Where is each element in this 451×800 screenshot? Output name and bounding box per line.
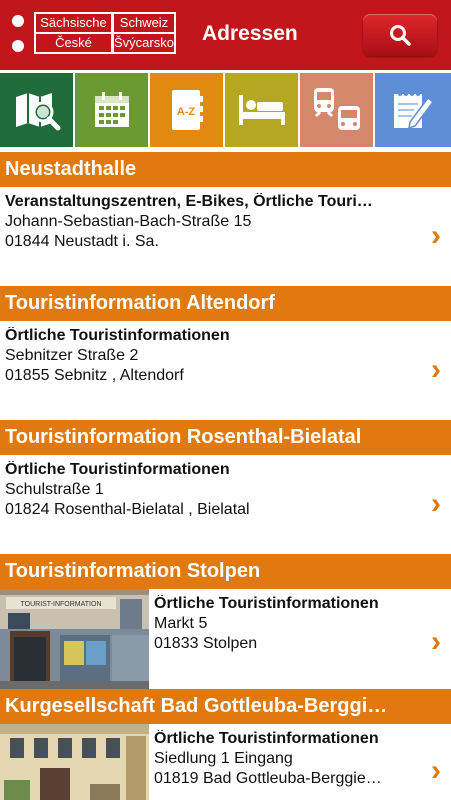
menu-dots-icon[interactable] — [12, 15, 24, 65]
entry-title: Touristinformation Stolpen — [0, 554, 451, 589]
entry-street: Markt 5 — [154, 615, 208, 632]
search-icon — [390, 25, 411, 46]
entry-title: Touristinformation Rosenthal-Bielatal — [0, 420, 451, 455]
svg-text:A-Z: A-Z — [176, 106, 195, 118]
entry-city: 01824 Rosenthal-Bielatal , Bielatal — [5, 501, 250, 518]
entry-category: Örtliche Touristinformationen — [154, 595, 379, 612]
entry-title: Kurgesellschaft Bad Gottleuba-Berggi… — [0, 689, 451, 724]
tab-calendar[interactable] — [75, 73, 148, 147]
list-item[interactable]: Touristinformation Rosenthal-Bielatal Ör… — [0, 420, 451, 539]
list-item[interactable]: Kurgesellschaft Bad Gottleuba-Berggi… Ör… — [0, 689, 451, 800]
list-item[interactable]: Neustadthalle Veranstaltungszentren, E-B… — [0, 152, 451, 271]
tab-accommodation[interactable] — [225, 73, 298, 147]
chevron-right-icon[interactable]: › — [431, 625, 441, 659]
tab-map-search[interactable] — [0, 73, 73, 147]
list-item[interactable]: Touristinformation Altendorf Örtliche To… — [0, 286, 451, 405]
logo: Sächsische Schweiz České Švýcarsko — [34, 12, 176, 54]
chevron-right-icon[interactable]: › — [431, 754, 441, 788]
entry-street: Sebnitzer Straße 2 — [5, 347, 139, 364]
logo-text-schweiz: Schweiz — [114, 14, 174, 32]
photo-sign-text: TOURIST-INFORMATION — [20, 601, 101, 608]
tab-transport[interactable] — [300, 73, 373, 147]
train-bus-icon — [313, 88, 360, 130]
entry-category: Örtliche Touristinformationen — [5, 461, 230, 478]
entry-title: Touristinformation Altendorf — [0, 286, 451, 321]
calendar-icon — [94, 92, 129, 127]
chevron-right-icon[interactable]: › — [431, 487, 441, 521]
chevron-right-icon[interactable]: › — [431, 219, 441, 253]
entry-category: Örtliche Touristinformationen — [154, 730, 379, 747]
map-search-icon — [15, 93, 60, 131]
page-title: Adressen — [202, 22, 298, 45]
entry-city: 01833 Stolpen — [154, 635, 258, 652]
tab-notes[interactable] — [375, 73, 451, 147]
logo-text-svycarsko: Švýcarsko — [114, 34, 174, 52]
entry-category: Veranstaltungszentren, E-Bikes, Örtliche… — [5, 193, 373, 210]
logo-text-saechsische: Sächsische — [36, 14, 111, 32]
logo-text-ceske: České — [36, 34, 111, 52]
notepad-pen-icon — [394, 92, 435, 130]
entry-title: Neustadthalle — [0, 152, 451, 187]
list-item[interactable]: Touristinformation Stolpen TOURIST-INFOR… — [0, 554, 451, 689]
search-button[interactable] — [363, 14, 437, 56]
entry-street: Johann-Sebastian-Bach-Straße 15 — [5, 213, 252, 230]
tab-address-book[interactable]: A-Z — [150, 73, 223, 147]
entry-category: Örtliche Touristinformationen — [5, 327, 230, 344]
address-book-icon: A-Z — [171, 90, 203, 130]
storefront-photo: TOURIST-INFORMATION — [0, 589, 149, 689]
entry-street: Schulstraße 1 — [5, 481, 104, 498]
chevron-right-icon[interactable]: › — [431, 353, 441, 387]
bed-icon — [238, 95, 285, 125]
building-photo — [0, 724, 149, 800]
entry-city: 01819 Bad Gottleuba-Berggie… — [154, 770, 382, 787]
app-header: Sächsische Schweiz České Švýcarsko Adres… — [0, 0, 451, 70]
entry-street: Siedlung 1 Eingang — [154, 750, 293, 767]
category-tab-bar: A-Z — [0, 73, 451, 149]
entry-city: 01855 Sebnitz , Altendorf — [5, 367, 184, 384]
entry-city: 01844 Neustadt i. Sa. — [5, 233, 159, 250]
